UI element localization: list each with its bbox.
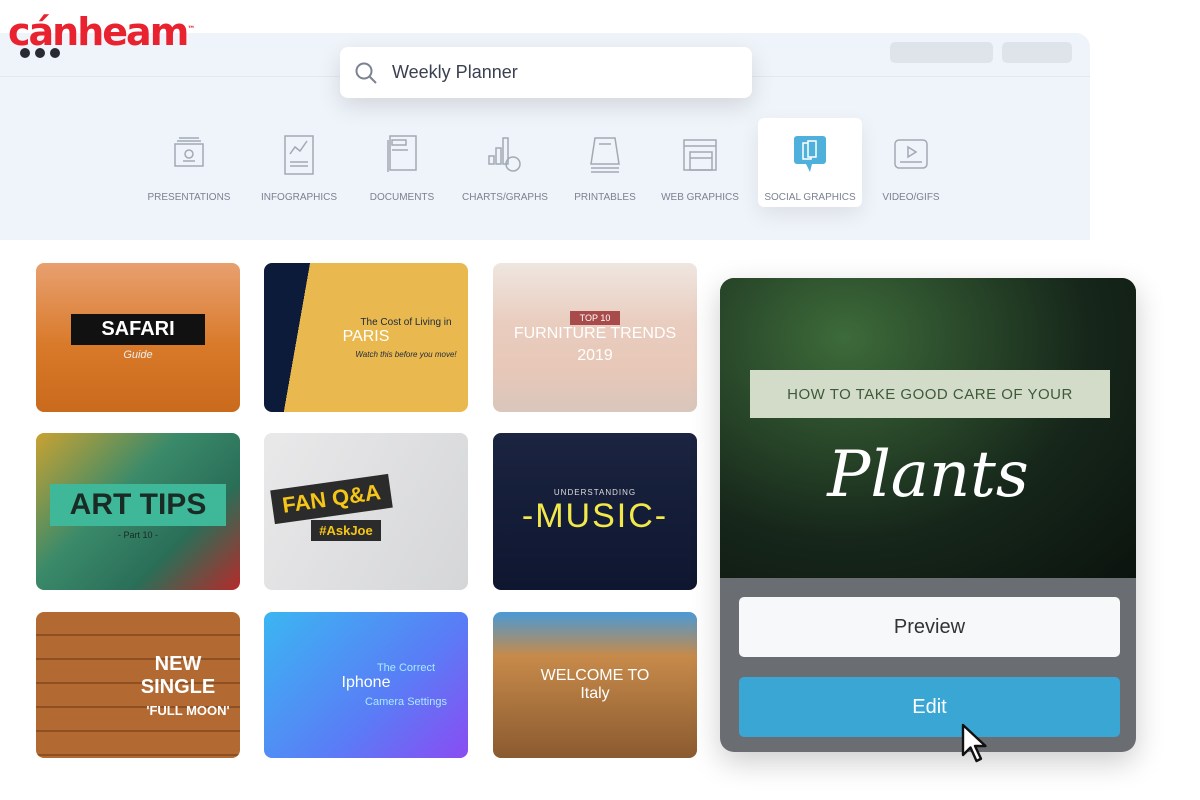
- template-title: NEW SINGLE: [140, 652, 216, 698]
- template-thumbnail[interactable]: WELCOME TO Italy: [493, 612, 697, 758]
- template-title: Italy: [580, 685, 610, 702]
- template-subtitle: 2019: [577, 346, 613, 364]
- search-icon: [355, 62, 377, 84]
- template-title: FAN Q&A: [269, 473, 393, 525]
- template-subtitle: #AskJoe: [311, 520, 381, 541]
- template-subtitle: Camera Settings: [365, 696, 447, 708]
- social-graphics-icon: [794, 136, 826, 172]
- category-label: PRINTABLES: [574, 192, 636, 203]
- template-title: SAFARI: [71, 314, 205, 345]
- template-thumbnail[interactable]: TOP 10 FURNITURE TRENDS 2019: [493, 263, 697, 412]
- template-thumbnail[interactable]: The Cost of Living in PARIS Watch this bef…: [264, 263, 468, 412]
- category-label: SOCIAL GRAPHICS: [764, 192, 856, 203]
- chart-icon: [488, 137, 521, 172]
- infographic-icon: [284, 135, 314, 175]
- category-label: INFOGRAPHICS: [260, 192, 338, 203]
- template-thumbnail[interactable]: FAN Q&A #AskJoe: [264, 433, 468, 590]
- template-subtitle: Guide: [123, 349, 153, 361]
- template-subtitle: - Part 10 -: [117, 529, 158, 540]
- template-pretitle: TOP 10: [569, 310, 621, 325]
- category-label: DOCUMENTS: [369, 192, 435, 203]
- template-title: FURNITURE TRENDS: [513, 324, 677, 342]
- category-video-gifs[interactable]: VIDEO/GIFS: [859, 118, 963, 207]
- category-charts-graphs[interactable]: CHARTS/GRAPHS: [453, 118, 557, 207]
- search-bar[interactable]: [340, 47, 752, 98]
- category-label: WEB GRAPHICS: [661, 192, 739, 203]
- template-subtitle: Watch this before you move!: [355, 349, 457, 359]
- template-thumbnail[interactable]: The Correct Iphone Camera Settings: [264, 612, 468, 758]
- category-label: PRESENTATIONS: [147, 192, 231, 203]
- category-presentations[interactable]: PRESENTATIONS: [137, 118, 241, 207]
- document-icon: [387, 135, 417, 172]
- category-printables[interactable]: PRINTABLES: [553, 118, 657, 207]
- category-label: CHARTS/GRAPHS: [462, 192, 548, 203]
- edit-button[interactable]: Edit: [739, 677, 1120, 737]
- template-title: -MUSIC-: [521, 496, 669, 535]
- template-pretitle: The Cost of Living in: [360, 316, 452, 328]
- logo-dots: [20, 48, 60, 58]
- nav-button[interactable]: [1002, 42, 1072, 63]
- template-title: Plants: [827, 438, 1029, 512]
- template-thumbnail[interactable]: NEW SINGLE 'FULL MOON': [36, 612, 240, 758]
- category-documents[interactable]: DOCUMENTS: [350, 118, 454, 207]
- category-label: VIDEO/GIFS: [882, 192, 940, 203]
- video-icon: [894, 139, 928, 169]
- nav-button[interactable]: [890, 42, 993, 63]
- template-pretitle: WELCOME TO: [540, 667, 650, 684]
- search-input[interactable]: [392, 62, 692, 83]
- plants-template-image[interactable]: HOW TO TAKE GOOD CARE OF YOUR Plants: [720, 278, 1136, 578]
- template-title: ART TIPS: [49, 483, 227, 526]
- web-graphics-icon: [683, 139, 717, 171]
- template-thumbnail[interactable]: ART TIPS - Part 10 -: [36, 433, 240, 590]
- template-title: Iphone: [341, 674, 391, 691]
- template-thumbnail[interactable]: SAFARI Guide: [36, 263, 240, 412]
- cursor-icon: [961, 723, 987, 763]
- template-preview-card: HOW TO TAKE GOOD CARE OF YOUR Plants Pre…: [720, 278, 1136, 752]
- template-title: PARIS: [342, 327, 390, 345]
- category-infographics[interactable]: INFOGRAPHICS: [247, 118, 351, 207]
- printable-icon: [590, 137, 620, 173]
- preview-button[interactable]: Preview: [739, 597, 1120, 657]
- category-web-graphics[interactable]: WEB GRAPHICS: [648, 118, 752, 207]
- template-thumbnail[interactable]: UNDERSTANDING -MUSIC-: [493, 433, 697, 590]
- category-social-graphics[interactable]: SOCIAL GRAPHICS: [758, 118, 862, 207]
- presentation-icon: [174, 137, 204, 167]
- template-pretitle: The Correct: [376, 662, 436, 674]
- banner-text: HOW TO TAKE GOOD CARE OF YOUR: [750, 370, 1110, 418]
- template-pretitle: UNDERSTANDING: [553, 487, 637, 497]
- template-subtitle: 'FULL MOON': [146, 702, 230, 718]
